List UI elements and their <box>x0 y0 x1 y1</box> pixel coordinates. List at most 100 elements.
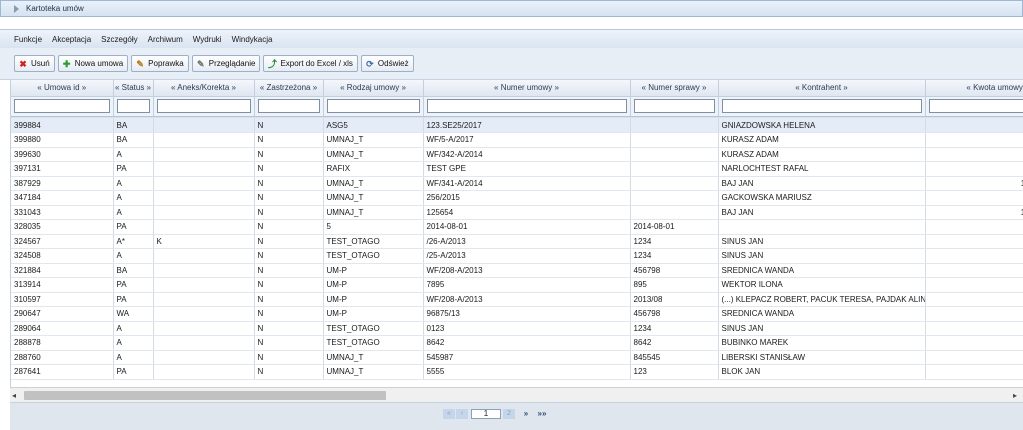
table-cell: /26-A/2013 <box>423 234 631 249</box>
table-row[interactable]: 387929A NUMNAJ_TWF/341-A/2014 BAJ JAN17 00… <box>11 176 1023 191</box>
pager: « ‹ 1 2 » »» <box>10 402 1023 430</box>
table-cell: 456798 <box>630 263 719 278</box>
add-button[interactable]: ✚ Nowa umowa <box>57 55 129 72</box>
scrollbar-thumb[interactable] <box>24 391 386 400</box>
table-row[interactable]: 324567 A* K N TEST_OTAGO/26-A/2013 1234 SINUS … <box>11 234 1023 249</box>
table-cell: N <box>254 248 324 264</box>
table-cell: TEST_OTAGO <box>323 248 424 264</box>
table-cell: N <box>254 118 324 133</box>
table-row[interactable]: 290647 WA N UM-P 96875/13 456798 SREDNICA WAND… <box>11 306 1023 322</box>
table-cell: GACKOWSKA MARIUSZ <box>718 190 926 206</box>
export-excel-button[interactable]: ⤴ Export do Excel / xls <box>263 55 358 72</box>
table-cell <box>153 147 255 162</box>
window-titlebar[interactable]: Kartoteka umów <box>0 0 1023 17</box>
filter-cell <box>254 96 324 117</box>
column-header[interactable]: « Rodzaj umowy » <box>323 80 424 97</box>
table-row[interactable]: 288878ANTEST_OTAGO86428642BUBINKO MAREK2… <box>11 335 1023 351</box>
menu-item-archiwum[interactable]: Archiwum <box>148 35 183 44</box>
filter-row <box>11 96 1023 117</box>
scroll-left-arrow-icon[interactable]: ◂ <box>12 391 16 400</box>
table-cell <box>153 277 255 293</box>
scroll-right-arrow-icon[interactable]: ▸ <box>1013 391 1017 400</box>
table-row[interactable]: 328035 PA N 5 2014-08-01 2014-08-01 <box>11 219 1023 235</box>
table-row[interactable]: 347184 A N UMNAJ_T 256/2015 GACKOWSKA MARIUSZ… <box>11 190 1023 206</box>
table-cell: 7895 <box>423 277 631 293</box>
last-page-icon[interactable]: »» <box>536 409 548 419</box>
table-row[interactable]: 287641 PA N UMNAJ_T 5555 123 BLOK JAN <box>11 364 1023 380</box>
table-row[interactable]: 288760 A N UMNAJ_T 545987 845545 LIBERSKI STAN… <box>11 350 1023 365</box>
column-header[interactable]: « Umowa id » <box>11 80 114 97</box>
table-body: 399884 BA N ASG5 123.SE25/2017 GNIAZDOWSKA HE… <box>11 118 1023 380</box>
column-header[interactable]: « Kwota umowy » <box>925 80 1023 97</box>
table-cell: BA <box>113 263 154 278</box>
collapse-triangle-icon[interactable] <box>14 4 19 13</box>
table-row[interactable]: 289064A NTEST_OTAGO01231234SINUS JAN-10,0 <box>11 321 1023 336</box>
table-cell: 399630 <box>11 147 114 162</box>
column-filter-input[interactable] <box>928 99 1023 113</box>
column-filter-input[interactable] <box>326 99 420 113</box>
table-row[interactable]: 399880 BA N UMNAJ_T WF/5-A/2017 KURASZ ADAM <box>11 132 1023 148</box>
prev-page-icon[interactable]: ‹ <box>456 409 468 419</box>
table-cell: 17 000 000,4 <box>925 176 1023 191</box>
table-row[interactable]: 397131 PA N RAFIX TEST GPE NARLOCHTEST RAFAL <box>11 161 1023 177</box>
column-header[interactable]: « Numer sprawy » <box>630 80 719 97</box>
current-page-input[interactable]: 1 <box>471 409 501 419</box>
refresh-button[interactable]: ⟳ Odśwież <box>360 55 414 72</box>
table-cell <box>630 118 719 133</box>
horizontal-scrollbar[interactable]: ◂ ▸ <box>10 387 1023 402</box>
table-cell: WF/208-A/2013 <box>423 263 631 278</box>
table-cell <box>630 190 719 206</box>
table-cell: 328035 <box>11 219 114 235</box>
column-header[interactable]: « Aneks/Korekta » <box>153 80 255 97</box>
table-row[interactable]: 399630A NUMNAJ_TWF/342-A/2014 KURASZ ADAM4… <box>11 147 1023 162</box>
table-cell: UMNAJ_T <box>323 147 424 162</box>
column-header[interactable]: « Kontrahent » <box>718 80 926 97</box>
column-header[interactable]: « Status » <box>113 80 154 97</box>
table-cell: UMNAJ_T <box>323 350 424 365</box>
next-page-icon[interactable]: » <box>520 409 532 419</box>
table-cell <box>925 277 1023 293</box>
first-page-icon[interactable]: « <box>443 409 455 419</box>
table-row[interactable]: 399884 BA N ASG5 123.SE25/2017 GNIAZDOWSKA HE… <box>11 118 1023 133</box>
table-cell: SREDNICA WANDA <box>718 306 926 322</box>
menu-item-szczegóły[interactable]: Szczegóły <box>101 35 137 44</box>
menu-item-funkcje[interactable]: Funkcje <box>14 35 42 44</box>
table-cell <box>153 205 255 220</box>
table-cell: KURASZ ADAM <box>718 132 926 148</box>
table-cell: A <box>113 147 154 162</box>
column-filter-input[interactable] <box>721 99 922 113</box>
column-filter-input[interactable] <box>156 99 251 113</box>
table-row[interactable]: 313914 PA N UM-P 7895 895 WEKTOR ILONA <box>11 277 1023 293</box>
table-cell: N <box>254 234 324 249</box>
table-cell <box>925 118 1023 133</box>
column-filter-input[interactable] <box>116 99 150 113</box>
menu-item-wydruki[interactable]: Wydruki <box>193 35 222 44</box>
table-row[interactable]: 310597 PA N UM-P WF/208-A/2013 2013/08 (...) K… <box>11 292 1023 307</box>
column-filter-input[interactable] <box>426 99 627 113</box>
menu-item-akceptacja[interactable]: Akceptacja <box>52 35 91 44</box>
total-pages: 2 <box>503 409 515 419</box>
column-filter-input[interactable] <box>14 99 110 113</box>
table-cell: PA <box>113 364 154 380</box>
table-cell: BUBINKO MAREK <box>718 335 926 351</box>
table-cell: A <box>113 176 154 191</box>
table-cell: 2014-08-01 <box>423 219 631 235</box>
table-row[interactable]: 331043A NUMNAJ_T125654 BAJ JAN18 999 699,4 <box>11 205 1023 220</box>
table-row[interactable]: 324508 A N TEST_OTAGO/25-A/2013 1234 SINUS JA… <box>11 248 1023 264</box>
table-cell: GNIAZDOWSKA HELENA <box>718 118 926 133</box>
view-button[interactable]: ✎ Przeglądanie <box>191 55 261 72</box>
table-cell: 324567 <box>11 234 114 249</box>
column-header[interactable]: « Numer umowy » <box>423 80 631 97</box>
menu-item-windykacja[interactable]: Windykacja <box>232 35 273 44</box>
table-cell: WA <box>113 306 154 322</box>
table-cell: 397131 <box>11 161 114 177</box>
table-cell: UM-P <box>323 292 424 307</box>
table-cell: 46 000 001, <box>925 147 1023 162</box>
column-filter-input[interactable] <box>633 99 715 113</box>
edit-button[interactable]: ✎ Poprawka <box>131 55 189 72</box>
table-row[interactable]: 321884 BA N UM-P WF/208-A/2013 456798 SREDNICA… <box>11 263 1023 278</box>
table-cell: N <box>254 132 324 148</box>
column-filter-input[interactable] <box>257 99 320 113</box>
delete-button[interactable]: ✖ Usuń <box>14 55 55 72</box>
column-header[interactable]: « Zastrzeżona » <box>254 80 324 97</box>
